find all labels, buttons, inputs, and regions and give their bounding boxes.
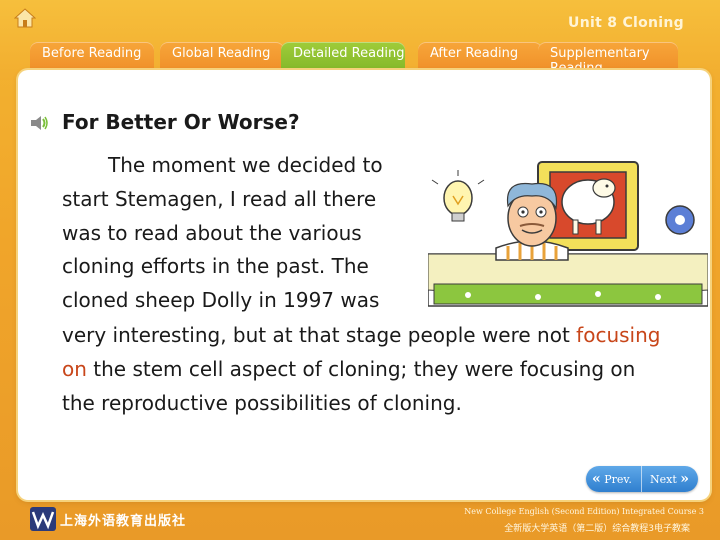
course-title-cn: 全新版大学英语（第二版）综合教程3电子教案 bbox=[504, 524, 690, 534]
page-navigation: « Prev. Next » bbox=[586, 466, 698, 492]
home-icon[interactable] bbox=[14, 8, 36, 28]
chevron-right-icon: » bbox=[680, 471, 690, 487]
paragraph-second: very interesting, but at that stage peop… bbox=[62, 318, 662, 420]
course-title-en: New College English (Second Edition) Int… bbox=[464, 507, 704, 516]
paragraph-second-post: the stem cell aspect of cloning; they we… bbox=[62, 357, 636, 415]
prev-label: Prev. bbox=[604, 473, 632, 486]
paragraph-first: The moment we decided to start Stemagen,… bbox=[62, 149, 412, 318]
scientist-sheep-illustration bbox=[428, 161, 708, 307]
paragraph-second-pre: very interesting, but at that stage peop… bbox=[62, 323, 577, 347]
chevron-left-icon: « bbox=[592, 471, 601, 487]
prev-button[interactable]: « Prev. bbox=[586, 466, 642, 492]
publisher-name: 上海外语教育出版社 bbox=[60, 514, 187, 529]
speaker-icon[interactable] bbox=[28, 113, 50, 133]
next-button[interactable]: Next » bbox=[642, 466, 698, 492]
publisher-logo bbox=[30, 507, 56, 531]
next-label: Next bbox=[650, 473, 677, 486]
unit-title: Unit 8 Cloning bbox=[568, 15, 684, 31]
section-heading: For Better Or Worse? bbox=[62, 110, 300, 134]
paragraph-first-text: The moment we decided to start Stemagen,… bbox=[62, 153, 383, 313]
